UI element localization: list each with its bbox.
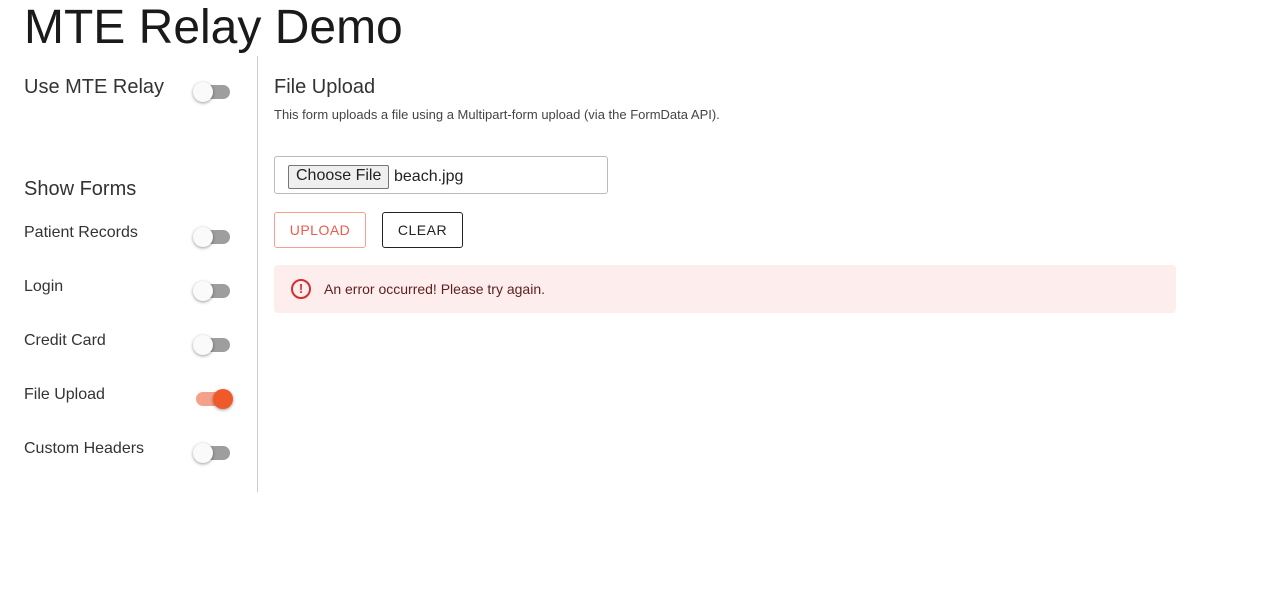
error-message: An error occurred! Please try again. — [324, 281, 545, 297]
item-label: Patient Records — [24, 224, 138, 241]
credit-card-toggle[interactable] — [193, 335, 230, 355]
file-input[interactable]: Choose File beach.jpg — [274, 156, 608, 194]
sidebar: Use MTE Relay Show Forms Patient Records… — [0, 56, 258, 492]
item-label: Login — [24, 278, 64, 295]
form-title: File Upload — [274, 76, 376, 98]
login-toggle[interactable] — [193, 281, 230, 301]
clear-button[interactable]: CLEAR — [382, 212, 463, 248]
file-name: beach.jpg — [394, 168, 464, 185]
show-forms-heading: Show Forms — [24, 178, 137, 200]
sidebar-item-login: Login — [24, 278, 234, 302]
item-label: File Upload — [24, 386, 105, 403]
page-title: MTE Relay Demo — [24, 1, 403, 54]
choose-file-button[interactable]: Choose File — [288, 165, 390, 189]
use-mte-relay-label: Use MTE Relay — [24, 76, 165, 98]
custom-headers-toggle[interactable] — [193, 443, 230, 463]
upload-button[interactable]: UPLOAD — [274, 212, 366, 248]
file-upload-form: File Upload This form uploads a file usi… — [274, 76, 1176, 313]
file-upload-toggle[interactable] — [196, 389, 233, 409]
use-mte-relay-row: Use MTE Relay — [24, 76, 234, 102]
sidebar-item-file-upload: File Upload — [24, 386, 234, 410]
form-description: This form uploads a file using a Multipa… — [274, 107, 720, 122]
sidebar-item-custom-headers: Custom Headers — [24, 440, 234, 464]
use-mte-relay-toggle[interactable] — [193, 82, 230, 102]
item-label: Credit Card — [24, 332, 106, 349]
sidebar-item-patient-records: Patient Records — [24, 224, 234, 248]
error-outline-icon: ! — [291, 279, 311, 299]
patient-records-toggle[interactable] — [193, 227, 230, 247]
error-alert: ! An error occurred! Please try again. — [274, 265, 1176, 313]
sidebar-item-credit-card: Credit Card — [24, 332, 234, 356]
item-label: Custom Headers — [24, 440, 145, 457]
